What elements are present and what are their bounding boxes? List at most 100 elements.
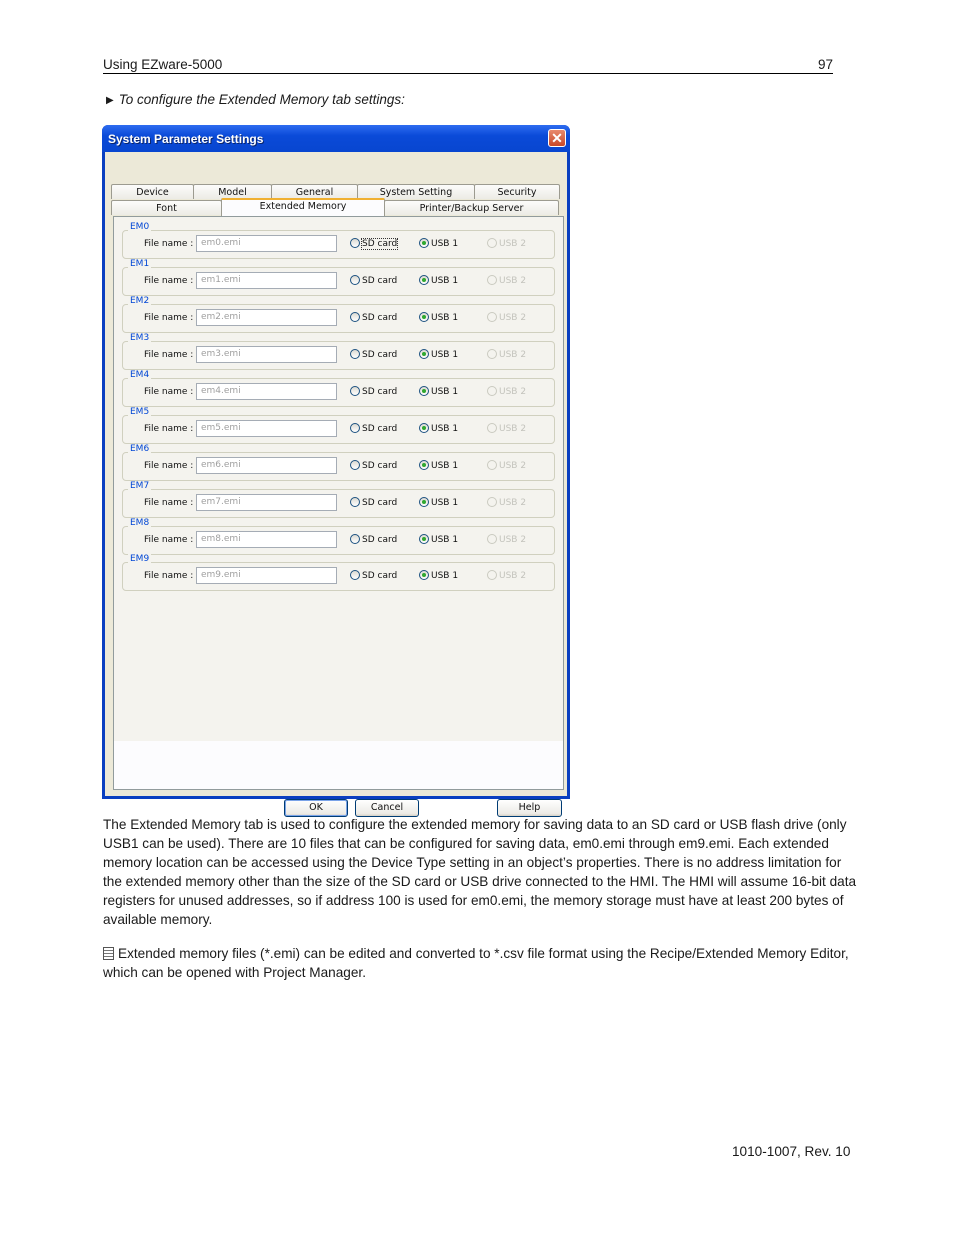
radio-circle-icon <box>350 386 360 396</box>
usb1-radio[interactable]: USB 1 <box>419 460 458 471</box>
radio-circle-icon <box>419 423 429 433</box>
sd-card-radio[interactable]: SD card <box>350 349 397 360</box>
radio-circle-icon <box>487 238 497 248</box>
radio-circle-icon <box>350 423 360 433</box>
file-name-input[interactable]: em4.emi <box>196 383 337 400</box>
usb2-label: USB 2 <box>499 461 527 471</box>
file-name-input[interactable]: em7.emi <box>196 494 337 511</box>
description-paragraph: The Extended Memory tab is used to confi… <box>103 817 857 927</box>
usb2-label: USB 2 <box>499 498 527 508</box>
tab-system-setting[interactable]: System Setting <box>357 184 475 199</box>
usb2-label: USB 2 <box>499 424 527 434</box>
group-label: EM3 <box>128 333 152 343</box>
usb1-radio[interactable]: USB 1 <box>419 386 458 397</box>
group-label: EM1 <box>128 259 152 269</box>
system-parameter-dialog: System Parameter Settings ✕ Device Model G… <box>102 125 570 817</box>
tab-extended-memory[interactable]: Extended Memory <box>221 198 385 216</box>
note-text: Extended memory files (*.emi) can be edi… <box>103 946 849 980</box>
group-label: EM4 <box>128 370 152 380</box>
usb1-label: USB 1 <box>431 239 459 249</box>
usb2-label: USB 2 <box>499 276 527 286</box>
group-label: EM5 <box>128 407 152 417</box>
em-group: EM5 File name : em5.emi SD card USB 1 USB 2 <box>122 407 555 444</box>
sd-card-label: SD card <box>362 387 398 397</box>
usb1-radio[interactable]: USB 1 <box>419 312 458 323</box>
file-name-input[interactable]: em6.emi <box>196 457 337 474</box>
tab-font[interactable]: Font <box>111 200 222 215</box>
group-label: EM9 <box>128 554 152 564</box>
usb1-label: USB 1 <box>431 313 459 323</box>
radio-circle-icon <box>487 312 497 322</box>
usb1-label: USB 1 <box>431 424 459 434</box>
step-heading: ▶ To configure the Extended Memory tab se… <box>106 92 405 107</box>
radio-circle-icon <box>350 349 360 359</box>
dialog-titlebar[interactable]: System Parameter Settings ✕ <box>102 125 570 152</box>
usb1-radio[interactable]: USB 1 <box>419 570 458 581</box>
sd-card-radio[interactable]: SD card <box>350 570 397 581</box>
tab-security[interactable]: Security <box>474 184 560 199</box>
radio-circle-icon <box>487 570 497 580</box>
usb1-radio[interactable]: USB 1 <box>419 423 458 434</box>
usb1-label: USB 1 <box>431 387 459 397</box>
radio-circle-icon <box>487 423 497 433</box>
dialog-client: Device Model General System Setting Security… <box>105 152 567 817</box>
sd-card-radio[interactable]: SD card <box>350 312 397 323</box>
sd-card-label: SD card <box>360 238 399 250</box>
file-name-input[interactable]: em5.emi <box>196 420 337 437</box>
file-name-input[interactable]: em8.emi <box>196 531 337 548</box>
em-group: EM8 File name : em8.emi SD card USB 1 USB 2 <box>122 518 555 555</box>
tab-device[interactable]: Device <box>111 184 194 199</box>
sd-card-radio[interactable]: SD card <box>350 386 397 397</box>
sd-card-radio[interactable]: SD card <box>350 534 397 545</box>
file-name-input[interactable]: em1.emi <box>196 272 337 289</box>
extended-memory-panel: EM0 File name : em0.emi SD card USB 1 USB 2 EM… <box>113 216 564 790</box>
header-title: Using EZware-5000 <box>103 57 223 72</box>
usb1-radio[interactable]: USB 1 <box>419 238 458 249</box>
sd-card-radio[interactable]: SD card <box>350 238 399 250</box>
tab-model[interactable]: Model <box>193 184 272 199</box>
file-name-input[interactable]: em3.emi <box>196 346 337 363</box>
file-name-label: File name : <box>144 276 194 286</box>
sd-card-radio[interactable]: SD card <box>350 275 397 286</box>
sd-card-label: SD card <box>362 535 398 545</box>
sd-card-radio[interactable]: SD card <box>350 460 397 471</box>
usb2-radio: USB 2 <box>487 570 526 581</box>
file-name-label: File name : <box>144 461 194 471</box>
file-name-input[interactable]: em2.emi <box>196 309 337 326</box>
usb2-label: USB 2 <box>499 387 527 397</box>
page-header: Using EZware-5000 97 <box>103 57 833 74</box>
usb1-radio[interactable]: USB 1 <box>419 497 458 508</box>
triangle-right-icon: ▶ <box>106 95 114 106</box>
usb2-radio: USB 2 <box>487 460 526 471</box>
usb2-label: USB 2 <box>499 571 527 581</box>
radio-circle-icon <box>419 497 429 507</box>
em-group: EM3 File name : em3.emi SD card USB 1 USB 2 <box>122 333 555 370</box>
sd-card-label: SD card <box>362 498 398 508</box>
usb1-radio[interactable]: USB 1 <box>419 534 458 545</box>
file-name-label: File name : <box>144 571 194 581</box>
group-label: EM2 <box>128 296 152 306</box>
radio-circle-icon <box>350 534 360 544</box>
usb1-radio[interactable]: USB 1 <box>419 349 458 360</box>
usb2-radio: USB 2 <box>487 349 526 360</box>
sd-card-label: SD card <box>362 424 398 434</box>
group-label: EM0 <box>128 222 152 232</box>
em-group: EM9 File name : em9.emi SD card USB 1 USB 2 <box>122 554 555 591</box>
radio-circle-icon <box>419 534 429 544</box>
file-name-input[interactable]: em0.emi <box>196 235 337 252</box>
tab-printer-backup-server[interactable]: Printer/Backup Server <box>384 200 559 215</box>
usb1-label: USB 1 <box>431 461 459 471</box>
tab-general[interactable]: General <box>271 184 358 199</box>
usb2-radio: USB 2 <box>487 312 526 323</box>
file-name-label: File name : <box>144 535 194 545</box>
close-icon[interactable]: ✕ <box>548 129 566 147</box>
sd-card-radio[interactable]: SD card <box>350 497 397 508</box>
panel-footer-area <box>114 741 563 789</box>
file-name-input[interactable]: em9.emi <box>196 567 337 584</box>
radio-circle-icon <box>350 312 360 322</box>
usb1-radio[interactable]: USB 1 <box>419 275 458 286</box>
group-label: EM7 <box>128 481 152 491</box>
usb2-label: USB 2 <box>499 239 527 249</box>
sd-card-radio[interactable]: SD card <box>350 423 397 434</box>
group-label: EM6 <box>128 444 152 454</box>
